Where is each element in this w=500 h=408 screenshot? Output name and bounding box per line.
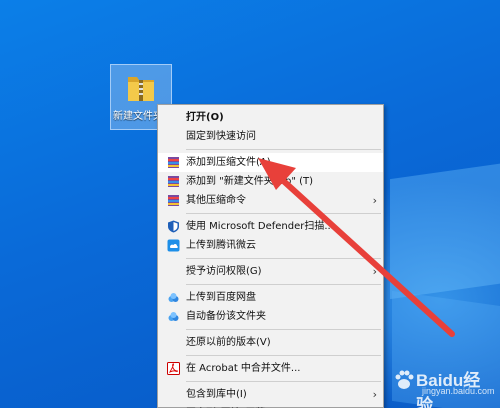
watermark-url: jingyan.baidu.com [422, 386, 495, 396]
baidu-watermark: Baidu经验 jingyan.baidu.com [388, 364, 496, 408]
desktop: 新建文件夹 打开(O) 固定到快速访问 添加到压缩文件(A)... 添加到 "新建文件… [0, 0, 500, 408]
red-arrow-annotation [258, 158, 455, 337]
baidu-paw-icon [395, 370, 414, 389]
